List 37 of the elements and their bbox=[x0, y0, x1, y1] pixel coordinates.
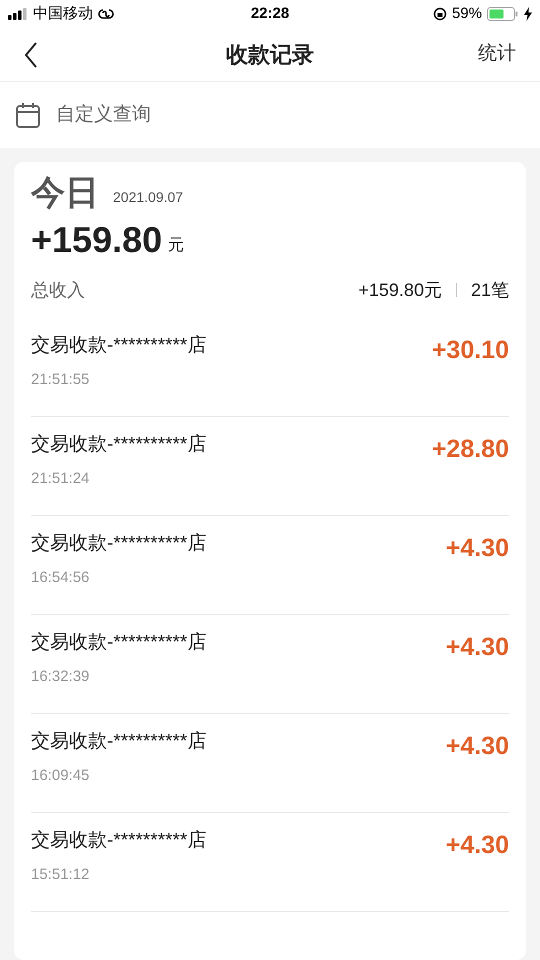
transaction-amount: +4.30 bbox=[446, 632, 509, 663]
transaction-title: 交易收款-**********店 bbox=[31, 433, 206, 457]
transaction-amount: +4.30 bbox=[446, 533, 509, 564]
date-text: 2021.09.07 bbox=[113, 188, 184, 207]
transaction-title: 交易收款-**********店 bbox=[31, 829, 206, 853]
transaction-title: 交易收款-**********店 bbox=[31, 334, 206, 358]
transaction-time: 21:51:55 bbox=[31, 370, 90, 390]
carrier-name: 中国移动 bbox=[33, 4, 93, 24]
rotation-lock-icon bbox=[432, 7, 447, 21]
total-amount: +159.80 bbox=[31, 222, 162, 258]
transaction-title: 交易收款-**********店 bbox=[31, 532, 206, 556]
day-label: 今日 bbox=[31, 176, 99, 210]
transaction-amount: +4.30 bbox=[446, 731, 509, 762]
transaction-title: 交易收款-**********店 bbox=[31, 730, 206, 754]
battery-icon bbox=[487, 7, 519, 21]
transaction-time: 16:09:45 bbox=[31, 766, 90, 786]
charging-icon bbox=[524, 7, 532, 21]
battery-percent: 59% bbox=[452, 4, 482, 24]
transaction-amount: +4.30 bbox=[446, 830, 509, 861]
statistics-button[interactable]: 统计 bbox=[478, 40, 516, 69]
transaction-amount: +30.10 bbox=[432, 335, 509, 366]
clock: 22:28 bbox=[250, 4, 290, 24]
income-sum: +159.80元 bbox=[358, 278, 442, 302]
transaction-time: 21:51:24 bbox=[31, 468, 90, 488]
signal-icon bbox=[8, 8, 28, 20]
transaction-count: 21笔 bbox=[470, 278, 509, 302]
calendar-icon bbox=[16, 102, 40, 128]
currency-unit: 元 bbox=[168, 236, 184, 256]
transaction-amount: +28.80 bbox=[432, 434, 509, 465]
total-income-label: 总收入 bbox=[31, 278, 85, 302]
hotspot-icon bbox=[98, 7, 114, 21]
transaction-time: 16:32:39 bbox=[31, 666, 90, 686]
custom-query-button[interactable]: 自定义查询 bbox=[56, 100, 151, 130]
transaction-title: 交易收款-**********店 bbox=[31, 631, 206, 655]
transaction-time: 16:54:56 bbox=[31, 568, 90, 588]
page-title: 收款记录 bbox=[226, 41, 314, 69]
transaction-time: 15:51:12 bbox=[31, 864, 90, 884]
